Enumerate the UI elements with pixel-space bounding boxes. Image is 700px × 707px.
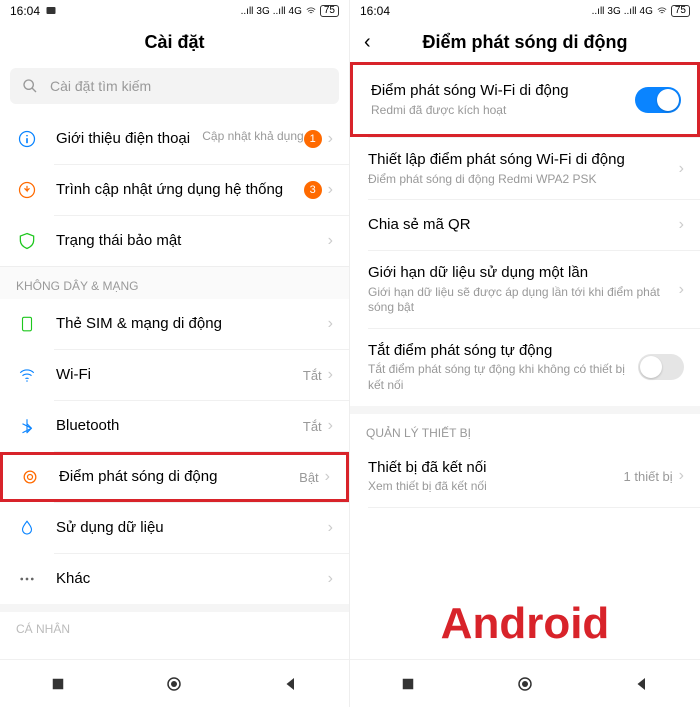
back-button[interactable]: ‹: [364, 31, 371, 54]
chevron-right-icon: ›: [328, 570, 333, 588]
title-bar: Cài đặt: [0, 22, 349, 62]
row-setup-hotspot[interactable]: Thiết lập điểm phát sóng Wi-Fi di động Đ…: [350, 138, 700, 199]
wifi-icon: [305, 6, 317, 16]
auto-off-toggle[interactable]: [638, 354, 684, 380]
row-hotspot[interactable]: Điểm phát sóng di động Bật ›: [0, 452, 349, 502]
nav-bar: [0, 659, 349, 707]
chevron-right-icon: ›: [328, 130, 333, 148]
data-title: Sử dụng dữ liệu: [56, 518, 328, 538]
row-system-updater[interactable]: Trình cập nhật ứng dụng hệ thống 3 ›: [0, 165, 349, 215]
hotspot-icon: [20, 467, 40, 487]
bt-title: Bluetooth: [56, 416, 303, 436]
section-personal: CÁ NHÂN: [0, 612, 349, 636]
connected-title: Thiết bị đã kết nối: [368, 458, 624, 478]
row-data-limit[interactable]: Giới hạn dữ liệu sử dụng một lần Giới hạ…: [350, 251, 700, 328]
status-right: ..ıll3G..ıll4G 75: [241, 5, 339, 17]
title-bar: ‹ Điểm phát sóng di động: [350, 22, 700, 62]
auto-off-title: Tắt điểm phát sóng tự động: [368, 341, 638, 361]
wifi-title: Wi-Fi: [56, 365, 303, 385]
settings-screen: 16:04 ..ıll3G..ıll4G 75 Cài đặt Cài đặt …: [0, 0, 350, 707]
page-title: Cài đặt: [144, 32, 204, 53]
about-title: Giới thiệu điện thoại: [56, 129, 192, 149]
wifi-icon: [18, 366, 36, 384]
bt-value: Tắt: [303, 419, 322, 434]
about-sub: Cập nhật khả dụng: [202, 129, 303, 145]
watermark-text: Android: [350, 599, 700, 649]
row-connected-devices[interactable]: Thiết bị đã kết nối Xem thiết bị đã kết …: [350, 446, 700, 507]
about-badge: 1: [304, 130, 322, 148]
hotspot-title: Điểm phát sóng di động: [59, 467, 299, 487]
row-security-status[interactable]: Trạng thái bảo mật ›: [0, 216, 349, 266]
search-placeholder: Cài đặt tìm kiếm: [50, 78, 151, 94]
chevron-right-icon: ›: [679, 281, 684, 299]
page-title: Điểm phát sóng di động: [423, 32, 628, 53]
chevron-right-icon: ›: [328, 417, 333, 435]
nav-recent-icon[interactable]: [49, 675, 67, 693]
section-devices: QUẢN LÝ THIẾT BỊ: [350, 414, 700, 446]
row-auto-off[interactable]: Tắt điểm phát sóng tự động Tắt điểm phát…: [350, 329, 700, 406]
row-bluetooth[interactable]: Bluetooth Tắt ›: [0, 401, 349, 451]
nav-recent-icon[interactable]: [399, 675, 417, 693]
sim-title: Thẻ SIM & mạng di động: [56, 314, 328, 334]
portable-hotspot-sub: Redmi đã được kích hoạt: [371, 103, 635, 119]
portable-hotspot-title: Điểm phát sóng Wi-Fi di động: [371, 81, 635, 101]
qr-title: Chia sẻ mã QR: [368, 215, 679, 235]
row-portable-hotspot[interactable]: Điểm phát sóng Wi-Fi di động Redmi đã đư…: [350, 62, 700, 137]
chevron-right-icon: ›: [679, 467, 684, 485]
row-sim[interactable]: Thẻ SIM & mạng di động ›: [0, 299, 349, 349]
sim-icon: [18, 315, 36, 333]
search-input[interactable]: Cài đặt tìm kiếm: [10, 68, 339, 104]
row-more[interactable]: Khác ›: [0, 554, 349, 604]
security-title: Trạng thái bảo mật: [56, 231, 328, 251]
chevron-right-icon: ›: [679, 160, 684, 178]
data-limit-sub: Giới hạn dữ liệu sẽ được áp dụng lần tới…: [368, 285, 679, 316]
chevron-right-icon: ›: [328, 519, 333, 537]
nav-home-icon[interactable]: [516, 675, 534, 693]
hotspot-toggle[interactable]: [635, 87, 681, 113]
setup-hotspot-sub: Điểm phát sóng di động Redmi WPA2 PSK: [368, 172, 679, 188]
section-wireless: KHÔNG DÂY & MẠNG: [0, 266, 349, 299]
row-wifi[interactable]: Wi-Fi Tắt ›: [0, 350, 349, 400]
nav-back-icon[interactable]: [282, 675, 300, 693]
wifi-icon: [656, 6, 668, 16]
auto-off-sub: Tắt điểm phát sóng tự động khi không có …: [368, 362, 638, 393]
status-time: 16:04: [10, 4, 40, 18]
status-right: ..ıll3G..ıll4G 75: [592, 5, 690, 17]
setup-hotspot-title: Thiết lập điểm phát sóng Wi-Fi di động: [368, 150, 679, 170]
connected-value: 1 thiết bị: [624, 469, 673, 484]
row-about-phone[interactable]: Giới thiệu điện thoại Cập nhật khả dụng …: [0, 114, 349, 164]
data-limit-title: Giới hạn dữ liệu sử dụng một lần: [368, 263, 679, 283]
bluetooth-icon: [18, 417, 36, 435]
nav-back-icon[interactable]: [633, 675, 651, 693]
search-icon: [22, 78, 38, 94]
message-icon: [45, 5, 57, 17]
hotspot-screen: 16:04 ..ıll3G..ıll4G 75 ‹ Điểm phát sóng…: [350, 0, 700, 707]
chevron-right-icon: ›: [679, 216, 684, 234]
chevron-right-icon: ›: [328, 366, 333, 384]
chevron-right-icon: ›: [325, 468, 330, 486]
chevron-right-icon: ›: [328, 181, 333, 199]
status-bar: 16:04 ..ıll3G..ıll4G 75: [350, 0, 700, 22]
connected-sub: Xem thiết bị đã kết nối: [368, 479, 624, 495]
row-data-usage[interactable]: Sử dụng dữ liệu ›: [0, 503, 349, 553]
nav-bar: [350, 659, 700, 707]
update-icon: [17, 180, 37, 200]
chevron-right-icon: ›: [328, 315, 333, 333]
hotspot-value: Bật: [299, 470, 319, 485]
chevron-right-icon: ›: [328, 232, 333, 250]
more-title: Khác: [56, 569, 328, 589]
row-qr-share[interactable]: Chia sẻ mã QR ›: [350, 200, 700, 250]
status-bar: 16:04 ..ıll3G..ıll4G 75: [0, 0, 349, 22]
status-time: 16:04: [360, 4, 390, 18]
droplet-icon: [18, 519, 36, 537]
more-icon: [18, 570, 36, 588]
info-icon: [17, 129, 37, 149]
updater-title: Trình cập nhật ứng dụng hệ thống: [56, 180, 304, 200]
nav-home-icon[interactable]: [165, 675, 183, 693]
wifi-value: Tắt: [303, 368, 322, 383]
shield-icon: [17, 231, 37, 251]
updater-badge: 3: [304, 181, 322, 199]
